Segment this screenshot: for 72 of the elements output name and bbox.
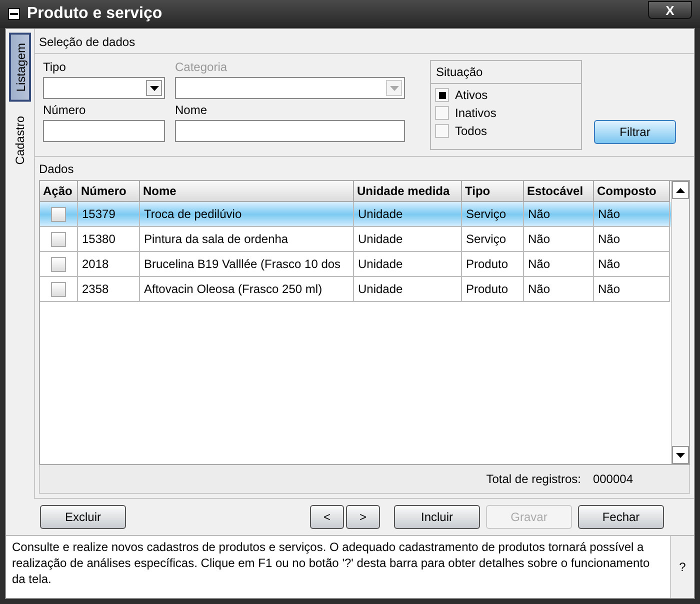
scroll-up-icon[interactable] xyxy=(672,181,689,199)
help-text: Consulte e realize novos cadastros de produtos e serviços. O adequado cadastramento de produtos tornará possível a realização de análises específicas. Clique em F1 ou no botão '?' desta barra para obter detalhes sobre o funcionamento da tela. xyxy=(11,539,651,588)
field-label: Número xyxy=(43,103,87,117)
table-cell: Aftovacin Oleosa (Frasco 250 ml) xyxy=(144,282,322,296)
close-window-button[interactable]: Fechar xyxy=(578,505,664,529)
table-cell: Unidade xyxy=(358,257,403,271)
table-row[interactable]: 15379 Troca de pedilúvio Unidade Serviço Não Não xyxy=(40,202,671,227)
column-header[interactable]: Número xyxy=(78,181,140,202)
table-row[interactable]: 15380 Pintura da sala de ordenha Unidade Serviço Não Não xyxy=(40,227,671,252)
column-header[interactable]: Estocável xyxy=(524,181,594,202)
column-header[interactable]: Unidade medida xyxy=(354,181,462,202)
table-cell: Unidade xyxy=(358,207,403,221)
side-tab[interactable]: Cadastro xyxy=(9,108,31,172)
table-cell: Unidade xyxy=(358,282,403,296)
table-cell: Não xyxy=(528,257,550,271)
table-cell: 2018 xyxy=(82,257,109,271)
next-button[interactable]: > xyxy=(346,505,380,529)
option-label: Todos xyxy=(455,124,488,138)
table-cell: Troca de pedilúvio xyxy=(144,207,242,221)
column-header[interactable]: Composto xyxy=(594,181,670,202)
row-checkbox[interactable] xyxy=(51,282,66,296)
dropdown-field[interactable] xyxy=(175,77,405,99)
table-cell: Unidade xyxy=(358,232,403,246)
table-cell: 15379 xyxy=(82,207,116,221)
option-label: Ativos xyxy=(455,88,488,102)
table-cell: Pintura da sala de ordenha xyxy=(144,232,288,246)
text-field[interactable] xyxy=(43,120,165,142)
text-field[interactable] xyxy=(175,120,405,142)
vertical-scrollbar[interactable] xyxy=(671,181,689,464)
dropdown-field[interactable] xyxy=(43,77,165,99)
table-cell: Não xyxy=(528,232,550,246)
delete-button[interactable]: Excluir xyxy=(40,505,126,529)
table-cell: Não xyxy=(528,282,550,296)
row-checkbox[interactable] xyxy=(51,206,66,222)
add-button[interactable]: Incluir xyxy=(394,505,480,529)
field-label: Categoria xyxy=(175,60,228,74)
window-menu-icon[interactable] xyxy=(8,8,20,20)
table-cell: Não xyxy=(528,207,550,221)
close-button[interactable]: X xyxy=(648,1,692,19)
table-row[interactable]: 2018 Brucelina B19 Valllée (Frasco 10 dos Unidade Produto Não Não xyxy=(40,252,671,277)
column-header[interactable]: Nome xyxy=(140,181,354,202)
table-cell: Não xyxy=(598,257,620,271)
field-label: Tipo xyxy=(43,60,67,74)
total-value: 000004 xyxy=(592,472,633,486)
help-button[interactable]: ? xyxy=(670,536,694,598)
table-cell: 15380 xyxy=(82,232,116,246)
table-cell: Serviço xyxy=(466,232,506,246)
window-title: Produto e serviço xyxy=(27,5,164,23)
table-cell: Serviço xyxy=(466,207,506,221)
table-cell: Não xyxy=(598,232,620,246)
column-header[interactable]: Tipo xyxy=(462,181,524,202)
table-cell: Produto xyxy=(466,257,508,271)
section-title: Seleção de dados xyxy=(35,29,694,54)
total-label: Total de registros: xyxy=(486,472,581,486)
table-cell: 2358 xyxy=(82,282,109,296)
group-title: Situação xyxy=(431,61,581,84)
filter-button[interactable]: Filtrar xyxy=(594,120,676,144)
table-cell: Não xyxy=(598,282,620,296)
column-header[interactable]: Ação xyxy=(40,181,78,202)
row-checkbox[interactable] xyxy=(51,232,66,246)
field-label: Nome xyxy=(175,103,208,117)
side-tab[interactable]: Listagem xyxy=(9,33,31,102)
table-row[interactable]: 2358 Aftovacin Oleosa (Frasco 250 ml) Unidade Produto Não Não xyxy=(40,277,671,302)
option-box[interactable] xyxy=(435,88,449,102)
row-checkbox[interactable] xyxy=(51,256,66,272)
scroll-down-icon[interactable] xyxy=(672,446,689,464)
previous-button[interactable]: < xyxy=(310,505,344,529)
table-cell: Não xyxy=(598,207,620,221)
option-label: Inativos xyxy=(455,106,496,120)
table-cell: Produto xyxy=(466,282,508,296)
table-cell: Brucelina B19 Valllée (Frasco 10 dos xyxy=(144,257,341,271)
section-title: Dados xyxy=(39,161,75,178)
